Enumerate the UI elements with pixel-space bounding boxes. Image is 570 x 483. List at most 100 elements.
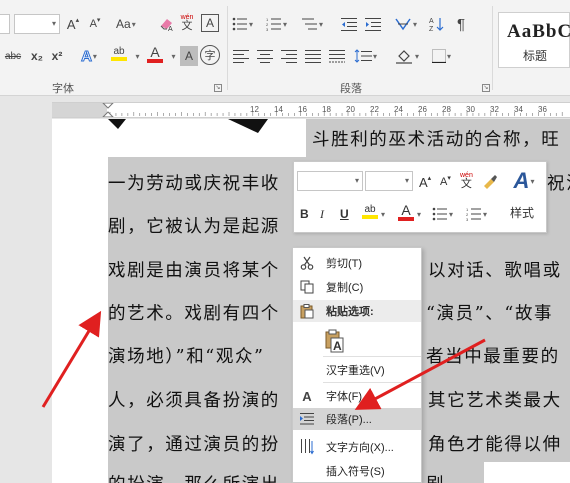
shading-icon[interactable]: ▾: [396, 46, 419, 66]
line-spacing-icon[interactable]: ▾: [354, 46, 377, 66]
mini-format-painter-icon[interactable]: [482, 172, 498, 192]
indent-marker-icon[interactable]: [102, 103, 114, 117]
change-case-button[interactable]: Aa ▾: [116, 14, 136, 34]
doc-line-right: 角色才能得以伸: [428, 435, 562, 455]
paragraph-icon: [299, 411, 315, 427]
font-group-label: 字体: [52, 83, 74, 95]
align-center-icon[interactable]: [256, 46, 274, 66]
svg-text:A: A: [429, 18, 434, 25]
clear-format-icon[interactable]: A: [158, 14, 176, 34]
justify-icon[interactable]: [304, 46, 322, 66]
menu-item-paragraph[interactable]: 段落(P)...: [293, 408, 421, 430]
show-marks-icon[interactable]: ¶: [452, 14, 470, 34]
highlight-color-bar: [111, 57, 127, 61]
image-area: [108, 119, 306, 157]
ruler-number: 32: [490, 105, 499, 114]
mini-highlight-button[interactable]: ab: [362, 202, 378, 222]
numbering-icon[interactable]: 1 2 3 ▾: [266, 14, 287, 34]
doc-line: 人，必须具备扮演的: [108, 391, 280, 411]
doc-line-right: “演员”、“故事: [426, 304, 554, 324]
subscript-button[interactable]: x₂: [28, 46, 46, 66]
font-size-combo[interactable]: ▾: [14, 14, 60, 34]
menu-item-text-direction[interactable]: 文字方向(X)...: [293, 436, 421, 458]
align-right-icon[interactable]: [280, 46, 298, 66]
shrink-font-button[interactable]: A ▾: [86, 14, 104, 34]
chinese-layout-icon[interactable]: ▾: [394, 14, 417, 34]
menu-header-paste-options: 粘贴选项:: [293, 300, 421, 322]
mini-font-color-button[interactable]: A: [398, 202, 414, 222]
doc-line: 一为劳动或庆祝丰收: [108, 174, 280, 194]
doc-line: 剧，它被认为是起源: [108, 217, 280, 237]
text-effect-button[interactable]: A ▾: [80, 46, 98, 66]
doc-line: 演了，通过演员的扮: [108, 435, 280, 455]
mini-font-size-combo[interactable]: ▾: [365, 171, 413, 191]
paste-icon: [299, 303, 315, 319]
increase-indent-icon[interactable]: [364, 14, 382, 34]
decrease-indent-icon[interactable]: [340, 14, 358, 34]
mini-styles-label: 样式: [510, 205, 535, 220]
doc-line: 的艺术。戏剧有四个: [108, 304, 280, 324]
mini-styles-icon[interactable]: A ▾: [508, 166, 540, 196]
mini-italic-button[interactable]: I: [320, 204, 324, 224]
style-title-gallery-item[interactable]: AaBbC 标题: [498, 12, 570, 68]
font-color-bar: [147, 58, 163, 63]
align-left-icon[interactable]: [232, 46, 250, 66]
font-color-button[interactable]: A: [146, 44, 164, 64]
borders-icon[interactable]: ▾: [432, 46, 451, 66]
grow-font-button[interactable]: A ▴: [64, 14, 82, 34]
ruler-number: 20: [346, 105, 355, 114]
text-direction-icon: [299, 439, 315, 455]
distributed-icon[interactable]: [328, 46, 346, 66]
menu-item-font[interactable]: A 字体(F)...: [293, 385, 421, 407]
mini-toolbar: ▾ ▾ A ▴ A ▾ wén 文 A ▾ 样式 B I U ab ▾ A ▾ ▾ 1…: [293, 161, 547, 233]
paragraph-dialog-launcher[interactable]: ↘: [482, 84, 490, 92]
char-shading-button[interactable]: A: [180, 46, 198, 66]
doc-line-right: 其它艺术类最大: [428, 391, 562, 411]
mini-phonetic-guide-icon[interactable]: wén 文: [460, 170, 473, 190]
style-name-label: 标题: [523, 49, 548, 63]
highlight-dropdown-icon[interactable]: ▾: [128, 46, 146, 66]
menu-item-insert-symbol[interactable]: 插入符号(S): [293, 460, 421, 482]
ruler-number: 36: [538, 105, 547, 114]
font-dialog-launcher[interactable]: ↘: [214, 84, 222, 92]
sort-icon[interactable]: AZ: [428, 14, 446, 34]
mini-highlight-dropdown-icon[interactable]: ▾: [380, 204, 385, 224]
highlight-color-button[interactable]: ab: [110, 44, 128, 64]
char-border-icon[interactable]: A: [201, 14, 219, 32]
menu-item-reconversion[interactable]: 汉字重选(V): [293, 359, 421, 381]
ruler-number: 22: [370, 105, 379, 114]
mini-font-color-dropdown-icon[interactable]: ▾: [416, 204, 421, 224]
menu-item-cut[interactable]: 剪切(T): [293, 252, 421, 274]
doc-line: 演场地）”和“观众”: [108, 347, 265, 367]
mini-numbering-icon[interactable]: 1 2 3 ▾: [466, 204, 487, 224]
doc-line: 的扮演，那么所演出: [108, 471, 280, 483]
multilevel-list-icon[interactable]: ▾: [302, 14, 323, 34]
ruler-number: 14: [274, 105, 283, 114]
horizontal-ruler[interactable]: 12 14 16 18 20 22 24 26 28 30 32 34 36: [52, 102, 570, 118]
mini-grow-font-button[interactable]: A ▴: [419, 172, 431, 192]
ruler-number: 26: [418, 105, 427, 114]
menu-item-paste-keep-text[interactable]: A: [293, 326, 421, 356]
blank-area: [484, 462, 570, 483]
mini-bold-button[interactable]: B: [300, 204, 309, 224]
mini-shrink-font-button[interactable]: A ▾: [440, 172, 451, 192]
doc-line-right: 剧: [426, 471, 445, 483]
strikethrough-button[interactable]: abc: [4, 46, 22, 66]
doc-line: 戏剧是由演员将某个: [108, 261, 280, 281]
menu-separator: [323, 356, 421, 357]
ribbon-separator: [492, 6, 493, 90]
mini-underline-button[interactable]: U: [340, 204, 349, 224]
ruler-number: 34: [514, 105, 523, 114]
style-sample-text: AaBbC: [507, 21, 570, 42]
ruler-number: 30: [466, 105, 475, 114]
phonetic-guide-icon[interactable]: wén 文: [178, 12, 196, 32]
menu-item-copy[interactable]: 复制(C): [293, 276, 421, 298]
mini-bullets-icon[interactable]: ▾: [432, 204, 453, 224]
mini-highlight-bar: [362, 215, 378, 219]
mini-font-name-combo[interactable]: ▾: [297, 171, 363, 191]
bullets-icon[interactable]: ▾: [232, 14, 253, 34]
superscript-button[interactable]: x²: [48, 46, 66, 66]
font-name-combo[interactable]: [0, 14, 10, 34]
enclose-char-button[interactable]: 字: [200, 45, 220, 65]
ruler-number: 16: [298, 105, 307, 114]
